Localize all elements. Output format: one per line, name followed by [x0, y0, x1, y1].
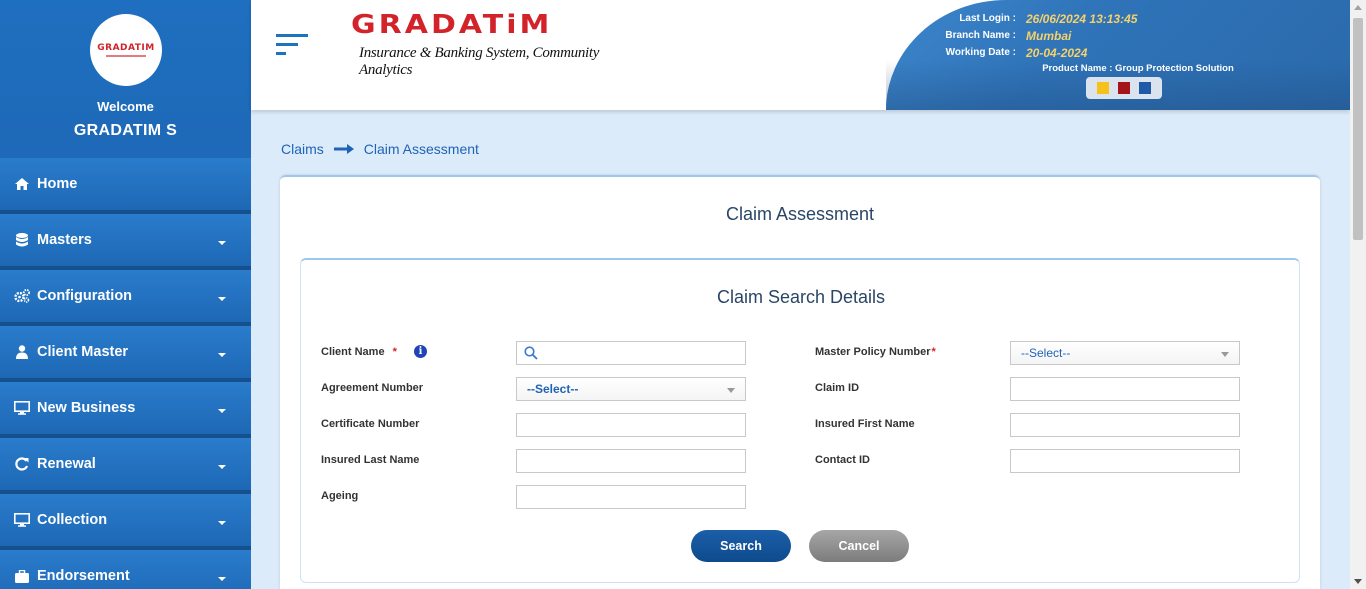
sidebar-item-new-business[interactable]: New Business [0, 382, 251, 438]
claim-assessment-card: Claim Assessment Claim Search Details Cl… [280, 175, 1320, 589]
last-login-label: Last Login : [959, 13, 1016, 24]
desktop-icon [14, 513, 30, 527]
certificate-number-input[interactable] [516, 413, 746, 437]
insured-last-name-label: Insured Last Name [321, 454, 420, 466]
agreement-number-label: Agreement Number [321, 382, 424, 394]
contact-id-input[interactable] [1010, 449, 1240, 473]
arrow-right-icon [333, 144, 354, 154]
agreement-number-select[interactable]: --Select-- [516, 377, 746, 401]
page-title: Claim Assessment [725, 204, 875, 224]
sidebar-item-masters[interactable]: Masters [0, 214, 251, 270]
branch-name-value: Mumbai [1026, 28, 1072, 43]
insured-first-name-label: Insured First Name [815, 418, 915, 430]
theme-blue-swatch[interactable] [1139, 82, 1151, 94]
cogs-icon [14, 289, 30, 303]
search-icon [524, 346, 538, 365]
briefcase-icon [14, 569, 30, 583]
client-name-search-input[interactable] [516, 341, 746, 365]
insured-first-name-input[interactable] [1010, 413, 1240, 437]
claim-id-input[interactable] [1010, 377, 1240, 401]
theme-red-swatch[interactable] [1118, 82, 1130, 94]
sidebar-item-label: Renewal [37, 456, 96, 472]
breadcrumb-claims[interactable]: Claims [281, 141, 324, 157]
logo-wordmark: GRADATiM [351, 10, 553, 40]
desktop-icon [14, 401, 30, 415]
claim-search-panel: Claim Search Details Client Name * i Mast… [300, 258, 1300, 583]
working-date-value: 20-04-2024 [1026, 45, 1088, 60]
required-mark: * [392, 346, 397, 358]
breadcrumb-claim-assessment[interactable]: Claim Assessment [364, 141, 479, 157]
client-name-label: Client Name * [321, 346, 397, 358]
vertical-scrollbar[interactable] [1350, 0, 1366, 589]
contact-id-label: Contact ID [815, 454, 870, 466]
product-name: Product Name : Group Protection Solution [1042, 63, 1234, 74]
chevron-down-icon [218, 409, 226, 413]
session-info-panel: Last Login : 26/06/2024 13:13:45 Branch … [886, 0, 1350, 110]
logo-tagline: Insurance & Banking System, Community An… [359, 45, 600, 78]
sidebar-item-label: Collection [37, 512, 108, 528]
sidebar-item-label: Home [37, 176, 78, 192]
sidebar-item-home[interactable]: Home [0, 158, 251, 214]
sidebar-item-label: Masters [37, 232, 92, 248]
sidebar-nav: Home Masters Configuration Client Master [0, 158, 251, 589]
sidebar-item-collection[interactable]: Collection [0, 494, 251, 550]
ageing-label: Ageing [321, 490, 359, 502]
scrollbar-thumb[interactable] [1353, 18, 1363, 240]
scroll-down-icon[interactable] [1354, 579, 1362, 584]
chevron-down-icon [218, 577, 226, 581]
profile-panel: GRADATIM Welcome GRADATIM S [0, 0, 251, 158]
master-policy-label: Master Policy Number* [815, 346, 936, 358]
username: GRADATIM S [73, 122, 178, 139]
welcome-text: Welcome [97, 99, 154, 114]
last-login-value: 26/06/2024 13:13:45 [1026, 11, 1138, 26]
master-policy-select[interactable]: --Select-- [1010, 341, 1240, 365]
insured-last-name-input[interactable] [516, 449, 746, 473]
chevron-down-icon [1221, 352, 1229, 357]
home-icon [14, 177, 30, 191]
claim-id-label: Claim ID [815, 382, 860, 394]
chevron-down-icon [218, 521, 226, 525]
sidebar-item-renewal[interactable]: Renewal [0, 438, 251, 494]
chevron-down-icon [218, 297, 226, 301]
session-info: Last Login : 26/06/2024 13:13:45 Branch … [776, 10, 1137, 61]
brand-logo: GRADATiM Insurance & Banking System, Com… [351, 10, 601, 82]
sidebar-item-label: Configuration [37, 288, 133, 304]
sidebar-item-label: New Business [37, 400, 136, 416]
theme-yellow-swatch[interactable] [1097, 82, 1109, 94]
ageing-input[interactable] [516, 485, 746, 509]
sidebar-item-label: Endorsement [37, 568, 130, 584]
sidebar-item-label: Client Master [37, 344, 129, 360]
branch-name-label: Branch Name : [945, 30, 1016, 41]
menu-toggle-icon[interactable] [276, 34, 308, 56]
section-title: Claim Search Details [716, 287, 886, 307]
chevron-down-icon [218, 241, 226, 245]
certificate-number-label: Certificate Number [321, 418, 420, 430]
info-icon[interactable]: i [414, 345, 427, 358]
chevron-down-icon [218, 353, 226, 357]
avatar-logo: GRADATIM [97, 43, 155, 53]
chevron-down-icon [218, 465, 226, 469]
sidebar-item-client-master[interactable]: Client Master [0, 326, 251, 382]
sidebar: GRADATIM Welcome GRADATIM S Home Masters… [0, 0, 251, 589]
scroll-up-icon[interactable] [1354, 5, 1362, 10]
top-header: GRADATiM Insurance & Banking System, Com… [251, 0, 1350, 110]
refresh-icon [14, 457, 30, 471]
sidebar-item-endorsement[interactable]: Endorsement [0, 550, 251, 589]
chevron-down-icon [727, 388, 735, 393]
search-button[interactable]: Search [691, 530, 791, 562]
user-icon [14, 345, 30, 359]
required-mark: * [931, 346, 936, 358]
database-icon [14, 233, 30, 247]
working-date-label: Working Date : [945, 47, 1016, 58]
breadcrumb: Claims Claim Assessment [281, 141, 479, 157]
sidebar-item-configuration[interactable]: Configuration [0, 270, 251, 326]
avatar: GRADATIM [90, 14, 162, 86]
cancel-button[interactable]: Cancel [809, 530, 909, 562]
theme-switcher [1086, 77, 1162, 99]
